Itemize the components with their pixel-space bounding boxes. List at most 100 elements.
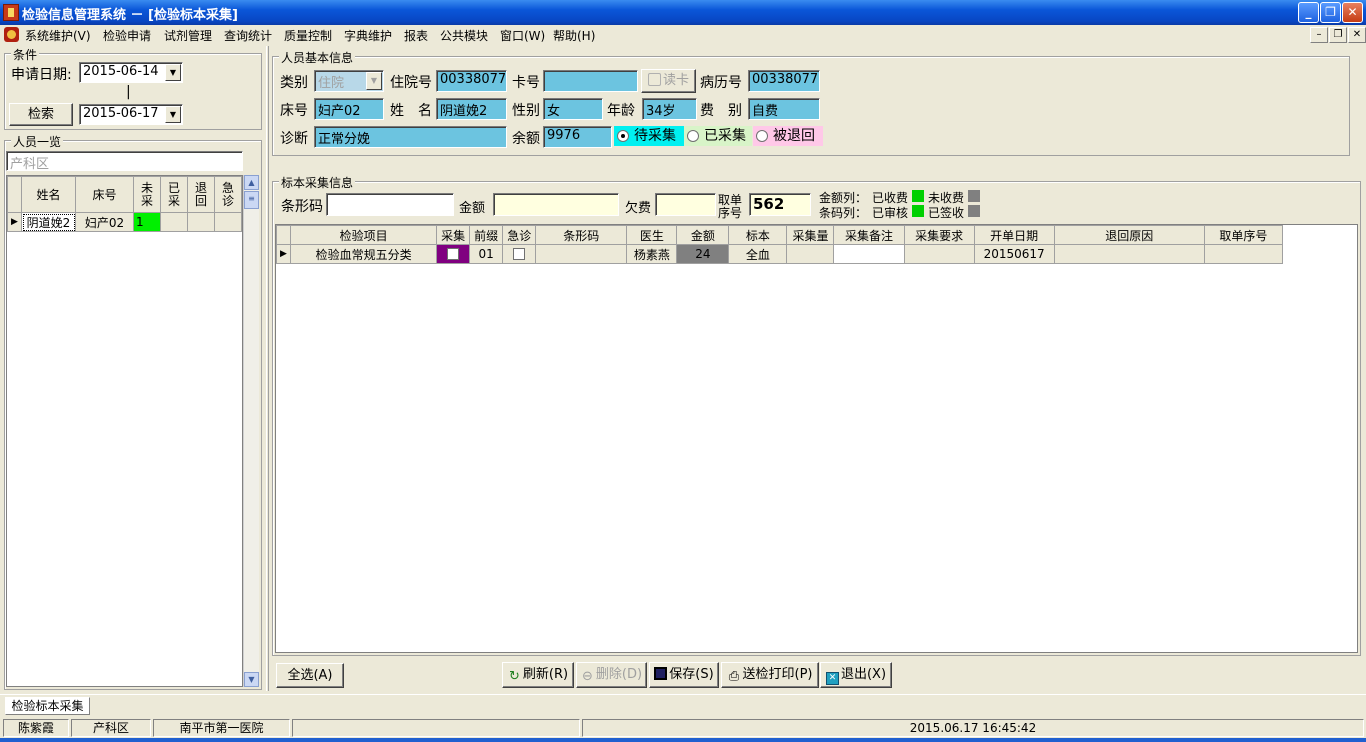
tab-sample-collection[interactable]: 检验标本采集 — [5, 697, 90, 715]
cell-volume[interactable] — [786, 244, 835, 264]
record-no-field[interactable]: 00338077 — [748, 70, 820, 92]
urgent-checkbox[interactable] — [513, 248, 526, 260]
fee-type-field[interactable]: 自费 — [748, 98, 820, 120]
menu-dictionary[interactable]: 字典维护 — [344, 27, 392, 44]
status-radio-collected[interactable]: 已采集 — [684, 126, 752, 146]
column-header-urgent[interactable]: 急诊 — [502, 225, 537, 245]
table-row[interactable]: ▶ 检验血常规五分类 01 杨素燕 24 全血 20150617 — [276, 244, 1284, 264]
column-header-name[interactable]: 姓名 — [21, 176, 76, 213]
restore-button[interactable]: ❐ — [1320, 2, 1341, 23]
cell-requirement[interactable] — [903, 244, 975, 264]
exit-button[interactable]: ✕ 退出(X) — [820, 662, 892, 688]
select-all-button[interactable]: 全选(A) — [276, 663, 344, 688]
sex-field[interactable]: 女 — [543, 98, 603, 120]
cell-returned[interactable] — [187, 212, 215, 232]
column-header-bed[interactable]: 床号 — [75, 176, 134, 213]
age-field[interactable]: 34岁 — [642, 98, 697, 120]
cell-note[interactable] — [833, 244, 905, 264]
refresh-button[interactable]: ↻ 刷新(R) — [502, 662, 574, 688]
status-radio-pending[interactable]: 待采集 — [614, 126, 684, 146]
mdi-restore-button[interactable]: ❐ — [1329, 27, 1347, 43]
cell-amount[interactable]: 24 — [676, 244, 730, 264]
cell-name[interactable]: 阴道娩2 — [21, 212, 76, 232]
mdi-close-button[interactable]: ✕ — [1348, 27, 1366, 43]
column-header-urgent[interactable]: 急诊 — [214, 176, 242, 213]
bed-field[interactable]: 妇产02 — [314, 98, 384, 120]
balance-field[interactable]: 9976 — [543, 126, 612, 148]
column-header-prefix[interactable]: 前缀 — [469, 225, 504, 245]
scroll-up-icon[interactable]: ▲ — [244, 175, 259, 190]
menu-quality[interactable]: 质量控制 — [284, 27, 332, 44]
name-field[interactable]: 阴道娩2 — [436, 98, 507, 120]
menu-query[interactable]: 查询统计 — [224, 27, 272, 44]
column-header-requirement[interactable]: 采集要求 — [903, 225, 975, 245]
column-header-volume[interactable]: 采集量 — [786, 225, 835, 245]
scroll-thumb[interactable]: ≡ — [244, 191, 259, 209]
amount-field[interactable] — [493, 193, 619, 216]
category-select[interactable]: 住院 ▼ — [314, 70, 384, 92]
save-icon — [654, 667, 668, 680]
cell-item[interactable]: 检验血常规五分类 — [289, 244, 438, 264]
column-header-barcode[interactable]: 条形码 — [535, 225, 628, 245]
menu-reagent[interactable]: 试剂管理 — [164, 27, 212, 44]
arrears-field[interactable] — [655, 193, 716, 216]
cell-barcode[interactable] — [535, 244, 628, 264]
table-row[interactable]: ▶ 阴道娩2 妇产02 1 — [7, 212, 242, 232]
card-no-field[interactable] — [543, 70, 638, 92]
print-button[interactable]: ⎙ 送检打印(P) — [721, 662, 819, 688]
menu-public[interactable]: 公共模块 — [440, 27, 488, 44]
column-header-collected[interactable]: 已采 — [160, 176, 188, 213]
mdi-minimize-button[interactable]: – — [1310, 27, 1328, 43]
inpatient-no-field[interactable]: 00338077 — [436, 70, 507, 92]
diagnosis-field[interactable]: 正常分娩 — [314, 126, 507, 148]
cell-prefix[interactable]: 01 — [469, 244, 504, 264]
menu-apply[interactable]: 检验申请 — [103, 27, 151, 44]
scroll-down-icon[interactable]: ▼ — [244, 672, 259, 687]
close-button[interactable]: ✕ — [1342, 2, 1363, 23]
chevron-down-icon[interactable]: ▼ — [165, 106, 181, 123]
column-header-item[interactable]: 检验项目 — [289, 225, 438, 245]
date-to-picker[interactable]: 2015-06-17 ▼ — [79, 104, 183, 125]
column-header-returned[interactable]: 退回 — [187, 176, 215, 213]
column-header-doctor[interactable]: 医生 — [626, 225, 678, 245]
menu-window[interactable]: 窗口(W) — [500, 27, 545, 44]
cell-collected[interactable] — [160, 212, 188, 232]
chevron-down-icon[interactable]: ▼ — [165, 64, 181, 81]
person-list-scrollbar[interactable]: ▲ ≡ ▼ — [243, 175, 259, 687]
collect-checkbox[interactable] — [447, 248, 460, 260]
search-button[interactable]: 检索 — [9, 103, 73, 126]
cell-urgent[interactable] — [214, 212, 242, 232]
cell-specimen[interactable]: 全血 — [728, 244, 788, 264]
cell-not-collected[interactable]: 1 — [133, 212, 161, 232]
conditions-group-label: 条件 — [11, 46, 40, 63]
barcode-input[interactable] — [326, 193, 454, 216]
column-header-collect[interactable]: 采集 — [436, 225, 471, 245]
column-header-return-reason[interactable]: 退回原因 — [1053, 225, 1205, 245]
minimize-button[interactable]: _ — [1298, 2, 1319, 23]
menu-help[interactable]: 帮助(H) — [553, 27, 595, 44]
save-button[interactable]: 保存(S) — [649, 662, 719, 688]
menu-system[interactable]: 系统维护(V) — [25, 27, 91, 44]
ward-filter-input[interactable]: 产科区 — [6, 151, 243, 171]
column-header-amount[interactable]: 金额 — [676, 225, 730, 245]
column-header-specimen[interactable]: 标本 — [728, 225, 788, 245]
cell-bed[interactable]: 妇产02 — [75, 212, 134, 232]
status-radio-returned[interactable]: 被退回 — [753, 126, 823, 146]
column-header-date[interactable]: 开单日期 — [973, 225, 1055, 245]
document-icon[interactable] — [4, 27, 19, 42]
cell-collect[interactable] — [436, 244, 471, 264]
date-from-picker[interactable]: 2015-06-14 ▼ — [79, 62, 183, 83]
splitter[interactable] — [266, 46, 269, 691]
cell-return-reason[interactable] — [1053, 244, 1205, 264]
column-header-note[interactable]: 采集备注 — [833, 225, 905, 245]
ticket-no-field[interactable]: 562 — [749, 193, 811, 216]
cell-ticket[interactable] — [1203, 244, 1284, 264]
refresh-icon: ↻ — [508, 669, 520, 684]
column-header-not-collected[interactable]: 未采 — [133, 176, 161, 213]
cell-doctor[interactable]: 杨素燕 — [626, 244, 678, 264]
column-header-ticket[interactable]: 取单序号 — [1203, 225, 1284, 245]
cell-urgent[interactable] — [502, 244, 537, 264]
menu-report[interactable]: 报表 — [404, 27, 428, 44]
chevron-down-icon[interactable]: ▼ — [366, 72, 382, 90]
cell-date[interactable]: 20150617 — [973, 244, 1055, 264]
